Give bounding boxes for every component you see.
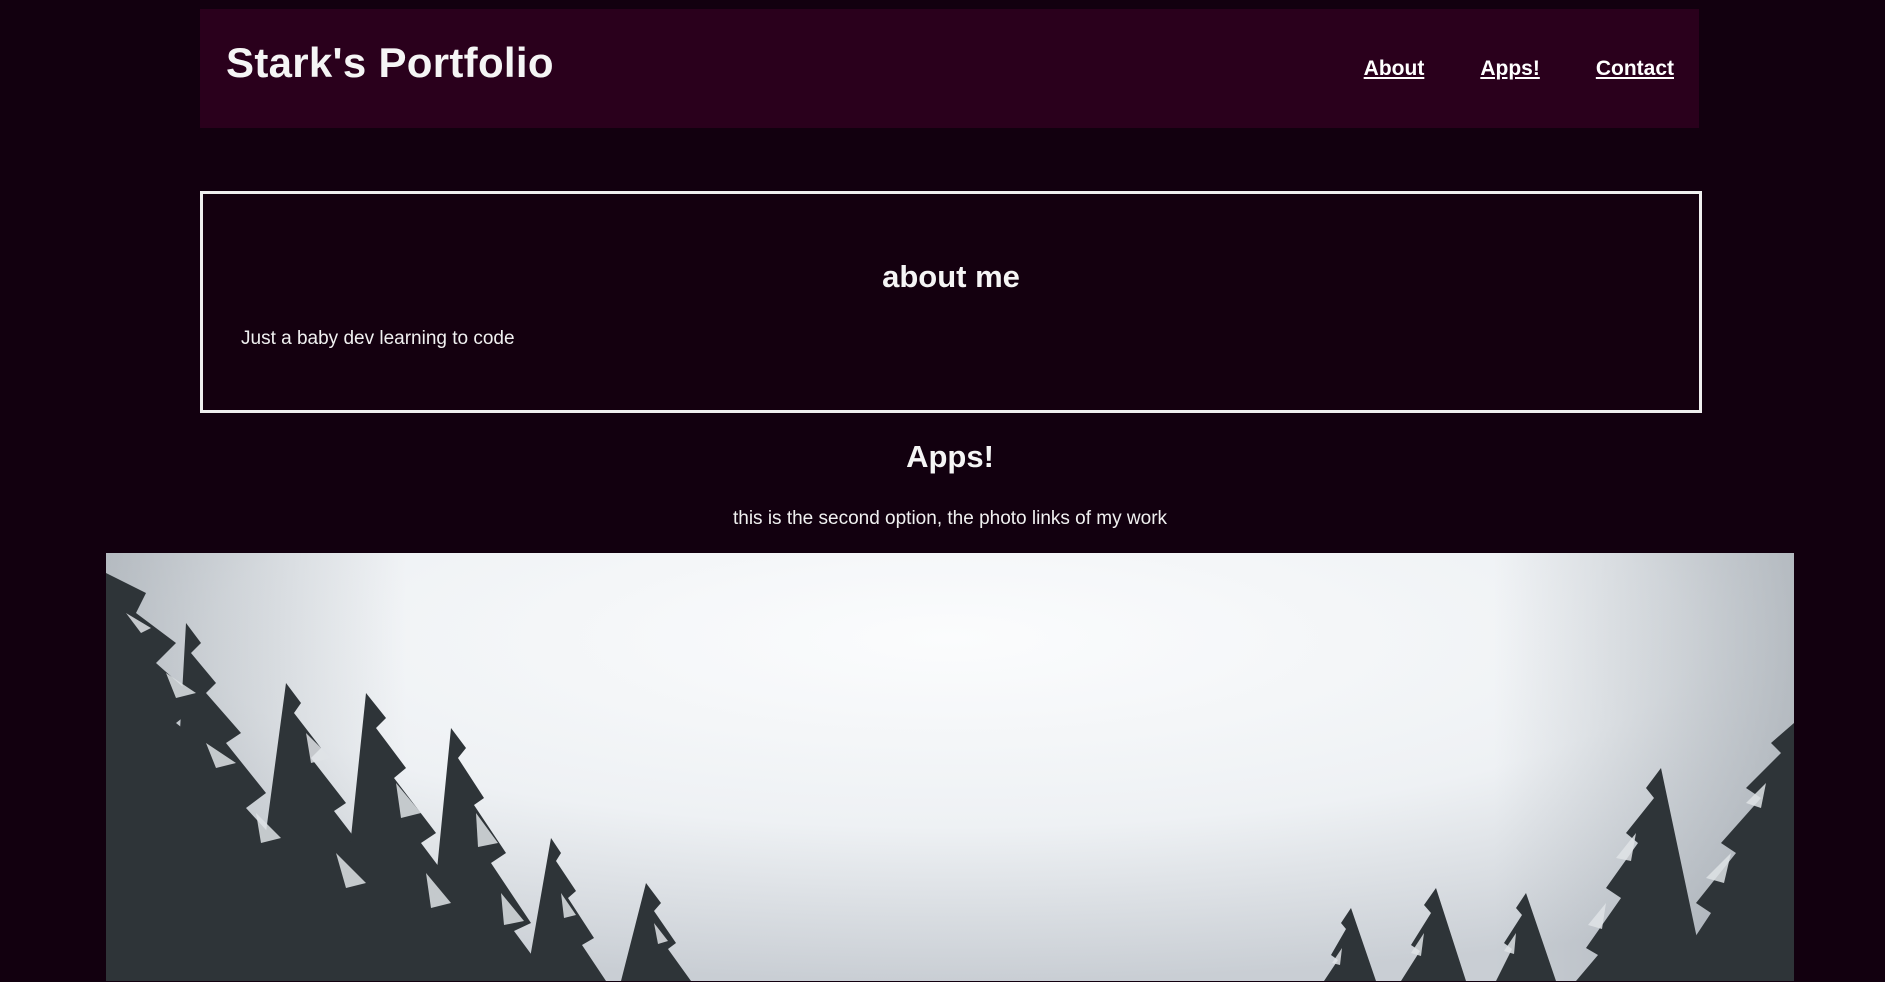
- main-nav: About Apps! Contact: [1364, 57, 1674, 81]
- app-photo-link[interactable]: [106, 553, 1794, 981]
- site-header: Stark's Portfolio About Apps! Contact: [200, 9, 1699, 128]
- about-section: about me Just a baby dev learning to cod…: [200, 191, 1702, 413]
- nav-link-contact[interactable]: Contact: [1596, 57, 1674, 81]
- nav-link-about[interactable]: About: [1364, 57, 1425, 81]
- apps-subtitle: this is the second option, the photo lin…: [732, 508, 1168, 529]
- about-heading: about me: [882, 259, 1020, 294]
- page: Stark's Portfolio About Apps! Contact ab…: [0, 0, 1885, 982]
- about-text: Just a baby dev learning to code: [241, 328, 515, 349]
- site-brand-title[interactable]: Stark's Portfolio: [226, 39, 554, 87]
- nav-link-apps[interactable]: Apps!: [1480, 57, 1540, 81]
- snowy-forest-photo: [106, 553, 1794, 981]
- apps-heading: Apps!: [906, 439, 994, 474]
